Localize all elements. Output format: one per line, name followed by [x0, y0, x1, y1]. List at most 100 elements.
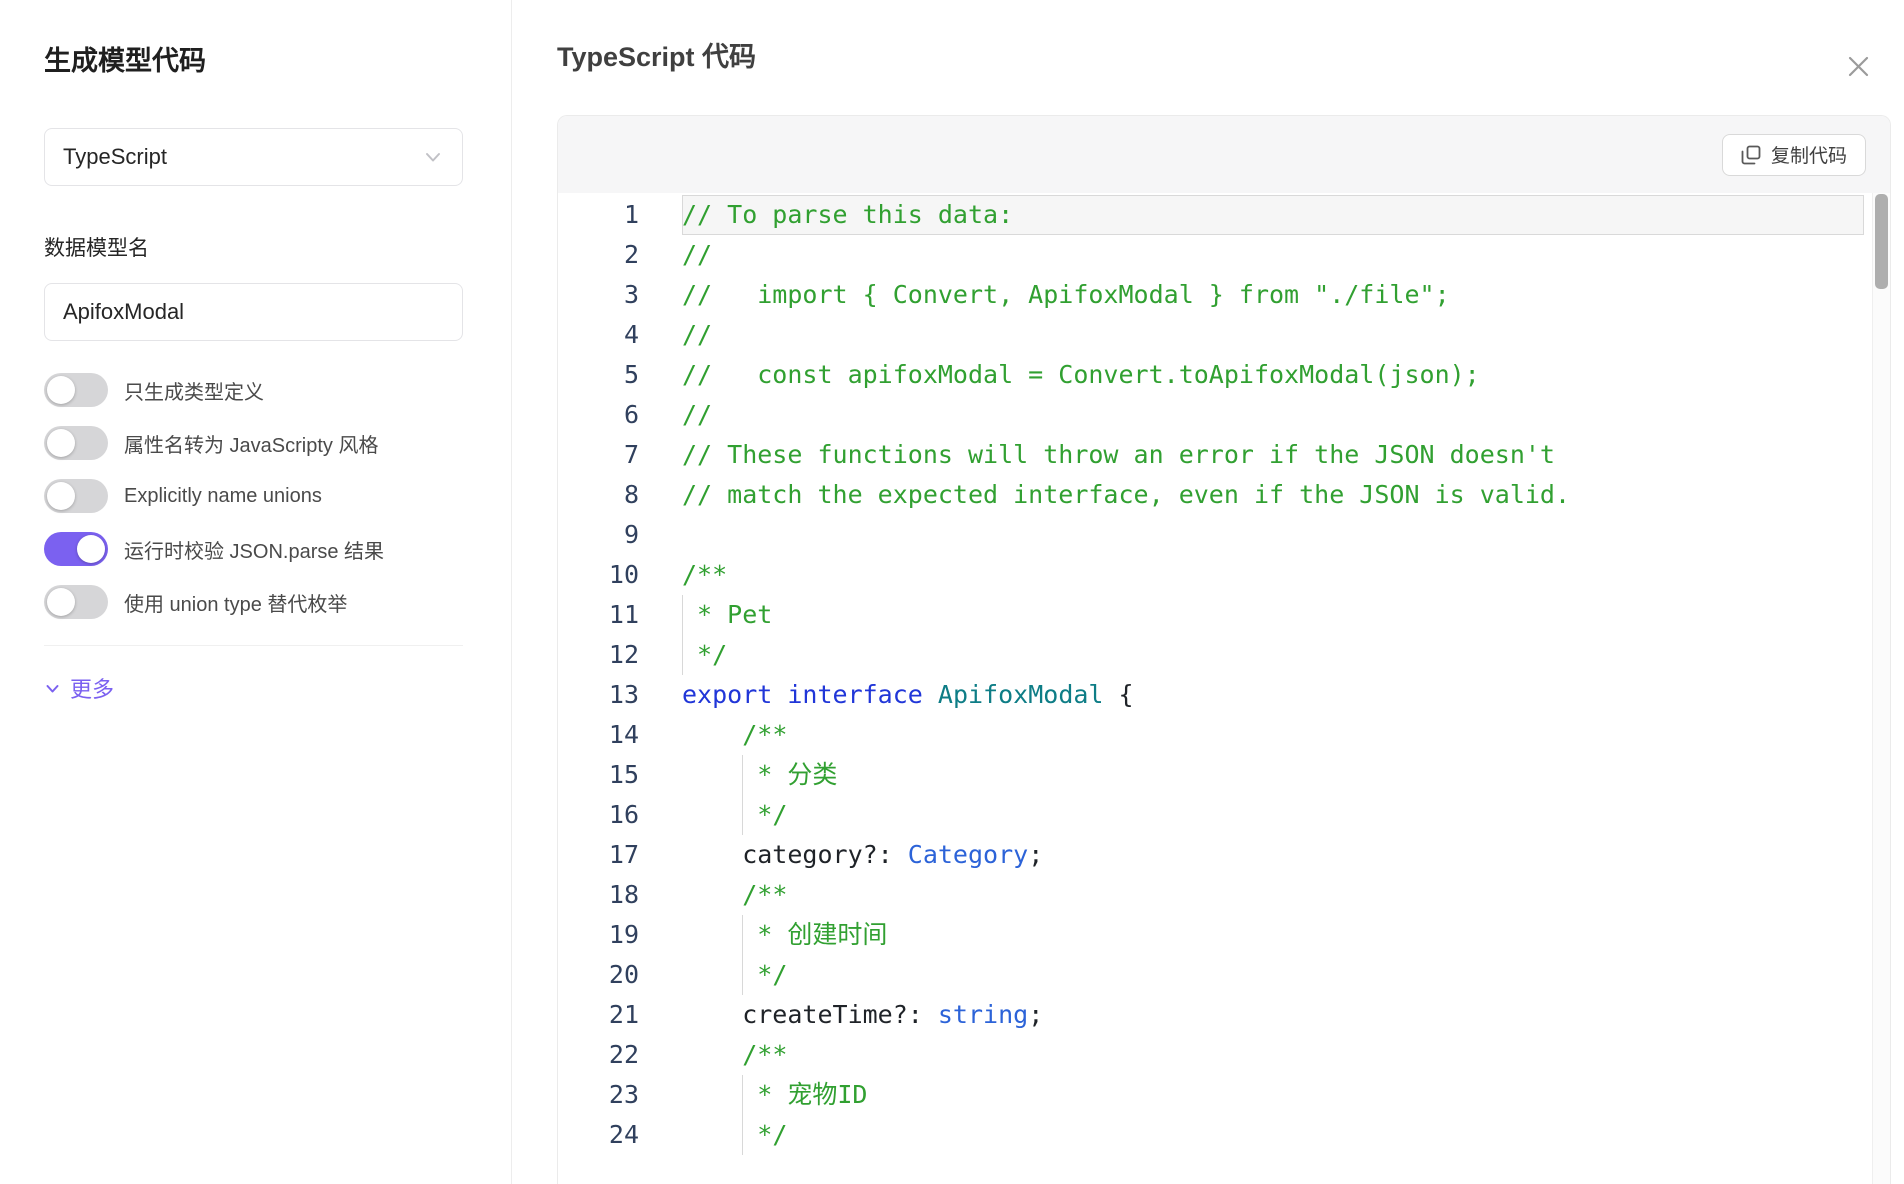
code-line: 23 * 宠物ID — [558, 1075, 1890, 1115]
code-token: // — [682, 320, 712, 349]
toggle-row: 运行时校验 JSON.parse 结果 — [44, 532, 463, 566]
vertical-scrollbar[interactable] — [1872, 193, 1890, 1184]
more-link[interactable]: 更多 — [44, 672, 114, 704]
code-token: /** — [742, 1040, 787, 1069]
code-line-content: // match the expected interface, even if… — [682, 475, 1864, 515]
toggle-row: 只生成类型定义 — [44, 373, 463, 407]
line-number: 16 — [558, 795, 639, 835]
code-line-content: * 宠物ID — [682, 1075, 1864, 1115]
line-number: 9 — [558, 515, 639, 555]
line-number: 6 — [558, 395, 639, 435]
code-line: 21 createTime?: string; — [558, 995, 1890, 1035]
toggle-knob — [77, 535, 105, 563]
code-token — [682, 920, 742, 949]
toggle-switch[interactable] — [44, 479, 108, 513]
code-line: 18 /** — [558, 875, 1890, 915]
code-token — [682, 1080, 742, 1109]
code-line-content: // const apifoxModal = Convert.toApifoxM… — [682, 355, 1864, 395]
line-number: 7 — [558, 435, 639, 475]
code-line: 1// To parse this data: — [558, 195, 1890, 235]
scrollbar-thumb[interactable] — [1875, 194, 1888, 289]
toggle-switch[interactable] — [44, 585, 108, 619]
code-editor[interactable]: 1// To parse this data:2 // 3 // import { C… — [558, 193, 1890, 1184]
code-token: string — [938, 1000, 1028, 1029]
toggle-list: 只生成类型定义属性名转为 JavaScripty 风格 Explicitly na… — [44, 373, 463, 619]
code-token: // match the expected interface, even if… — [682, 480, 1570, 509]
code-token: */ — [742, 960, 787, 989]
code-line-content: /** — [682, 715, 1864, 755]
toggle-switch[interactable] — [44, 373, 108, 407]
code-line-content: * Pet — [682, 595, 1864, 635]
line-number: 19 — [558, 915, 639, 955]
code-token — [682, 1040, 742, 1069]
line-number: 8 — [558, 475, 639, 515]
toggle-row: 使用 union type 替代枚举 — [44, 585, 463, 619]
close-icon — [1845, 53, 1872, 80]
code-token: interface — [787, 680, 922, 709]
code-line-content: // — [682, 395, 1864, 435]
copy-code-button[interactable]: 复制代码 — [1722, 134, 1866, 176]
code-token: // — [682, 400, 712, 429]
code-token: export — [682, 680, 772, 709]
code-line-content: createTime?: string; — [682, 995, 1864, 1035]
toggle-switch[interactable] — [44, 426, 108, 460]
panel-title: TypeScript 代码 — [557, 40, 756, 74]
code-token — [682, 960, 742, 989]
divider — [44, 645, 463, 646]
line-number: 5 — [558, 355, 639, 395]
code-line: 24 */ — [558, 1115, 1890, 1155]
code-line: 6 // — [558, 395, 1890, 435]
code-line: 3 // import { Convert, ApifoxModal } from… — [558, 275, 1890, 315]
code-preview-panel: TypeScript 代码 复制代码 1// To parse this dat… — [513, 0, 1904, 1184]
line-number: 11 — [558, 595, 639, 635]
model-name-input[interactable] — [44, 283, 463, 341]
copy-code-label: 复制代码 — [1771, 141, 1847, 168]
toggle-knob — [47, 429, 75, 457]
line-number: 23 — [558, 1075, 639, 1115]
code-token — [682, 1120, 742, 1149]
line-number: 2 — [558, 235, 639, 275]
code-token — [682, 880, 742, 909]
code-token: */ — [742, 1120, 787, 1149]
code-line-content: /** — [682, 875, 1864, 915]
toggle-label: 属性名转为 JavaScripty 风格 — [124, 429, 378, 458]
code-line: 10/** — [558, 555, 1890, 595]
code-line: 2 // — [558, 235, 1890, 275]
language-select[interactable]: TypeScript — [44, 128, 463, 186]
toggle-row: Explicitly name unions — [44, 479, 463, 513]
code-line-content: */ — [682, 1115, 1864, 1155]
code-token: * 创建时间 — [742, 920, 887, 949]
code-token: // To parse this data: — [682, 200, 1013, 229]
code-token: { — [1103, 680, 1133, 709]
code-token: ; — [1028, 1000, 1043, 1029]
code-token: ApifoxModal — [938, 680, 1104, 709]
toggle-switch[interactable] — [44, 532, 108, 566]
line-number: 18 — [558, 875, 639, 915]
code-line: 14 /** — [558, 715, 1890, 755]
code-token: * 宠物ID — [742, 1080, 867, 1109]
code-token: ; — [1028, 840, 1043, 869]
code-card: 复制代码 1// To parse this data:2 // 3 // impor… — [557, 115, 1891, 1184]
code-line-content: // These functions will throw an error i… — [682, 435, 1864, 475]
code-token — [682, 800, 742, 829]
code-line: 7 // These functions will throw an error … — [558, 435, 1890, 475]
code-token — [682, 720, 742, 749]
code-token: */ — [742, 800, 787, 829]
line-number: 3 — [558, 275, 639, 315]
code-toolbar: 复制代码 — [558, 116, 1890, 193]
toggle-knob — [47, 482, 75, 510]
code-line: 5 // const apifoxModal = Convert.toApifox… — [558, 355, 1890, 395]
code-token — [772, 680, 787, 709]
toggle-knob — [47, 376, 75, 404]
toggle-label: Explicitly name unions — [124, 485, 322, 508]
code-line-content: /** — [682, 1035, 1864, 1075]
close-button[interactable] — [1840, 48, 1876, 84]
line-number: 10 — [558, 555, 639, 595]
line-number: 20 — [558, 955, 639, 995]
code-token: // — [682, 240, 712, 269]
toggle-label: 使用 union type 替代枚举 — [124, 588, 347, 617]
code-token: // These functions will throw an error i… — [682, 440, 1555, 469]
code-line-content: // import { Convert, ApifoxModal } from … — [682, 275, 1864, 315]
line-number: 15 — [558, 755, 639, 795]
code-line-content: category?: Category; — [682, 835, 1864, 875]
